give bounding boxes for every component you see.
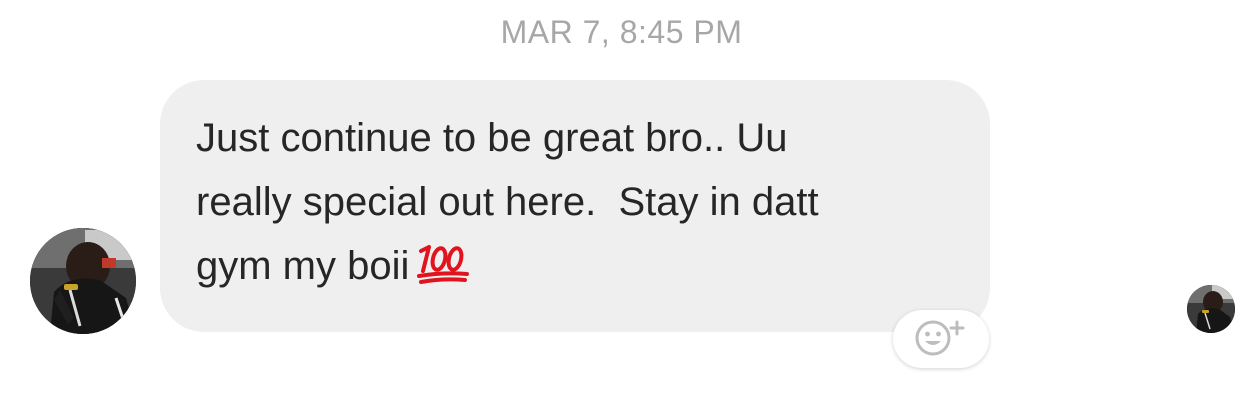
- message-line: Just continue to be great bro.. Uu: [196, 116, 788, 160]
- dm-thread: MAR 7, 8:45 PM Just continue to be great…: [0, 0, 1243, 415]
- smiley-plus-icon: [909, 316, 973, 363]
- message-bubble[interactable]: Just continue to be great bro.. Uu reall…: [160, 80, 990, 332]
- message-timestamp: MAR 7, 8:45 PM: [500, 14, 743, 50]
- sender-avatar[interactable]: [30, 228, 136, 334]
- message-line-text: gym my boii: [196, 244, 410, 288]
- hundred-points-emoji: [415, 240, 471, 304]
- message-line-last: gym my boii: [196, 234, 954, 304]
- add-reaction-button[interactable]: [893, 310, 989, 368]
- read-receipt-avatar: [1187, 285, 1235, 333]
- message-line: really special out here. Stay in datt: [196, 180, 819, 224]
